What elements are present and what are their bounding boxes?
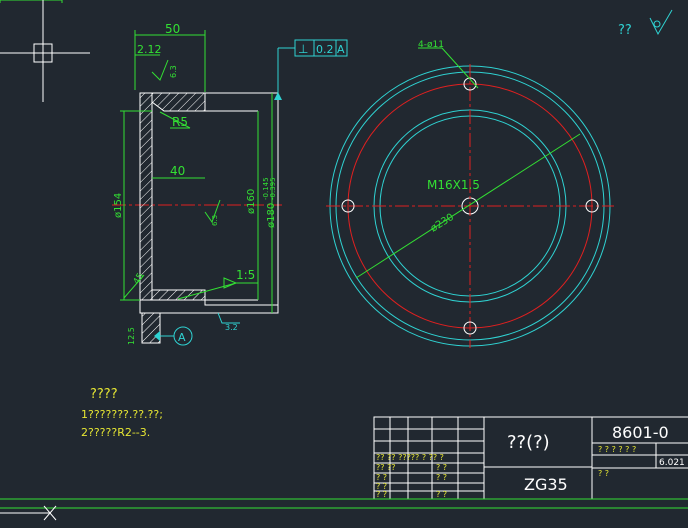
- cad-drawing-canvas[interactable]: ? ??? ??: [0, 0, 688, 528]
- title-block[interactable]: ?? ?? ????? ? ?? ? ?? ?? ? ? ? ? ? ? ? ?…: [373, 416, 688, 500]
- dim-tol-lower: -0.395: [269, 177, 277, 200]
- crosshair-cursor-icon: [0, 0, 90, 102]
- dim-40: 40: [170, 164, 185, 178]
- notes-line-2: 2?????R2--3.: [81, 426, 150, 439]
- section-wall-left: [139, 92, 153, 301]
- title-block-small-row-a: ? ? ? ? ? ?: [598, 445, 636, 454]
- dim-dia-180: ø180: [266, 203, 277, 228]
- technical-notes: ???? 1???????.??.??; 2?????R2--3.: [81, 387, 163, 439]
- title-block-col-b2: ? ?: [436, 473, 447, 482]
- notes-line-1: 1???????.??.??;: [81, 408, 163, 421]
- dim-dia-154: ø154: [113, 193, 124, 218]
- top-left-label-box: ? ???: [0, 0, 63, 3]
- bolt-holes-label: 4-ø11: [418, 40, 444, 50]
- roughness-3-2: 3.2: [225, 323, 238, 332]
- section-view[interactable]: 50 2.12 6.3 R5 40 ø154 ø160 ø180 -0.145 …: [112, 22, 282, 346]
- roughness-mark-top-right: ??: [618, 9, 673, 38]
- dim-taper: 1:5: [236, 268, 255, 282]
- title-block-col-b3: ? ?: [436, 490, 447, 499]
- datum-a: A: [178, 331, 186, 344]
- notes-title: ????: [90, 387, 118, 402]
- title-block-col-b1: ? ?: [436, 463, 447, 472]
- tolerance-symbol: ⊥: [298, 42, 308, 56]
- roughness-6-3-a: 6.3: [169, 65, 178, 78]
- section-flange-top: [151, 92, 206, 112]
- top-left-label: ? ???: [8, 0, 30, 3]
- circular-view[interactable]: 4-ø11 ø230 M16X1.5: [326, 40, 614, 348]
- drawing-number: 8601-0: [612, 423, 669, 442]
- dim-50: 50: [165, 22, 180, 36]
- tolerance-value: 0.2: [316, 43, 334, 56]
- dim-dia-160: ø160: [246, 189, 257, 214]
- part-name: ??(?): [507, 432, 550, 453]
- title-block-small-header: ?? ?? ????? ? ?? ?: [376, 453, 444, 462]
- dim-2-12: 2.12: [137, 43, 162, 56]
- roughness-mark-text: ??: [618, 23, 632, 38]
- drawing-border: [0, 498, 688, 509]
- material: ZG35: [524, 475, 568, 494]
- pcd-label: ø230: [429, 212, 456, 235]
- roughness-6-3-b: 6.3: [211, 215, 219, 226]
- dim-12-5: 12.5: [127, 327, 136, 345]
- tolerance-frame[interactable]: ⊥ 0.2 A: [274, 39, 348, 100]
- title-block-row-4: ? ?: [376, 490, 387, 499]
- title-block-row-1: ?? ??: [376, 463, 396, 472]
- title-block-row-2: ? ?: [376, 473, 387, 482]
- dim-r5: R5: [172, 115, 188, 129]
- thread-label: M16X1.5: [427, 178, 480, 192]
- scale-value: 6.021: [659, 458, 685, 468]
- title-block-small-row-b: ? ?: [598, 469, 609, 478]
- section-hub: [139, 299, 279, 314]
- tolerance-datum: A: [337, 43, 345, 56]
